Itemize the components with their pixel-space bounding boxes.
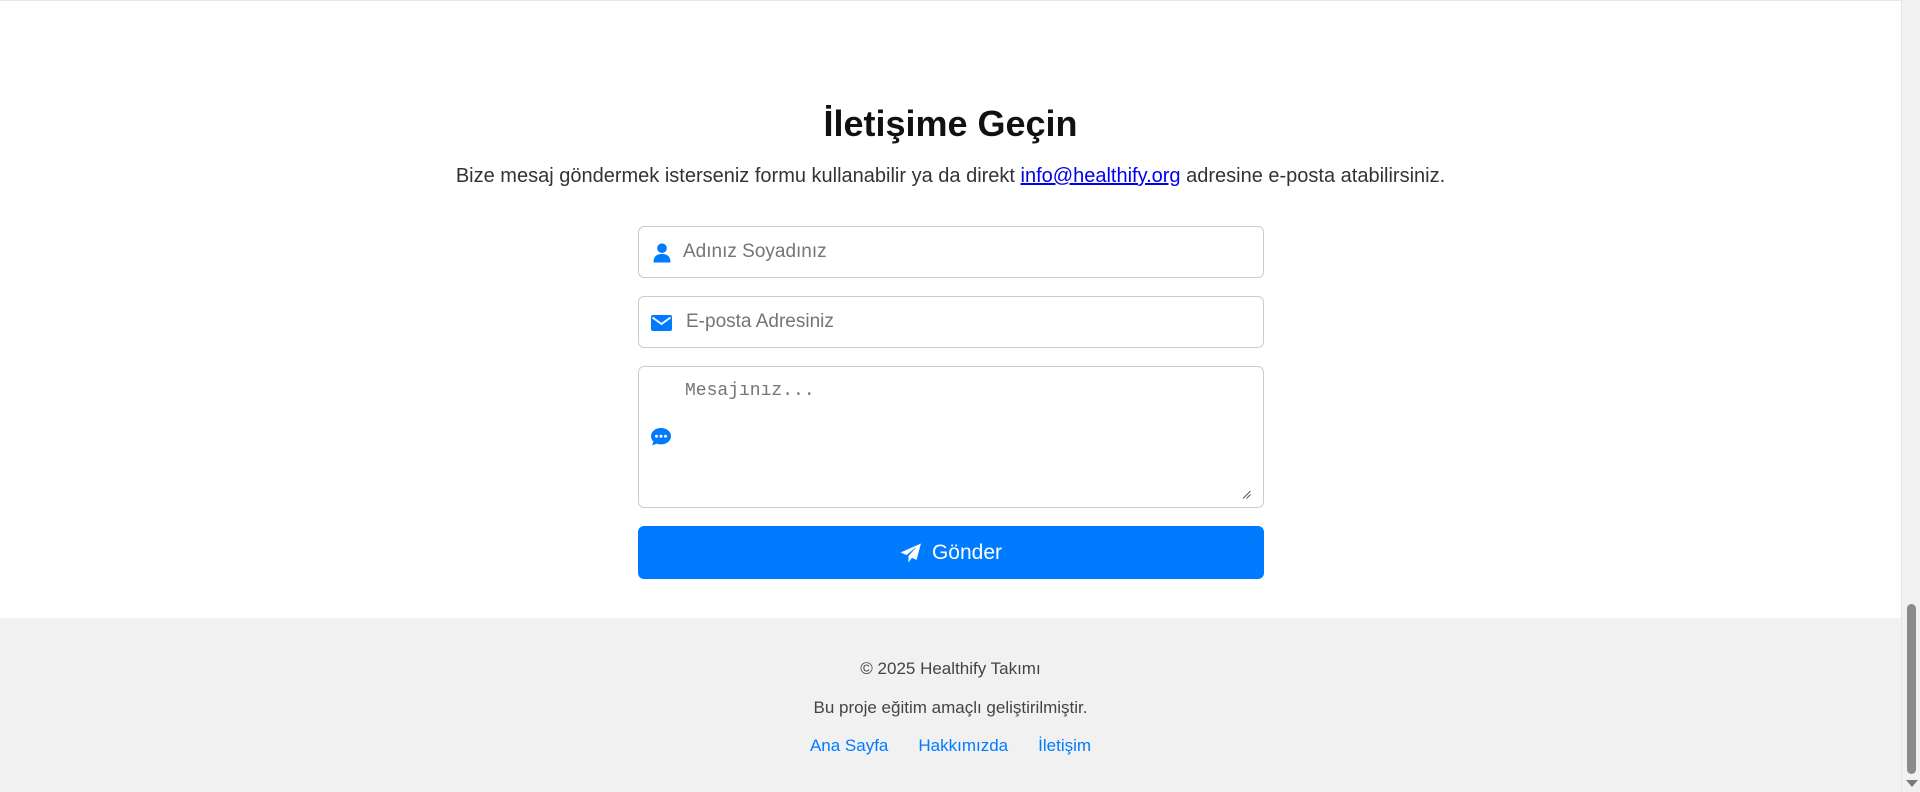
scrollbar-thumb[interactable] — [1907, 604, 1916, 774]
footer-copyright: © 2025 Healthify Takımı — [860, 659, 1041, 678]
page: İletişime Geçin Bize mesaj göndermek ist… — [0, 0, 1920, 792]
email-field — [638, 296, 1264, 348]
vertical-scrollbar[interactable] — [1901, 0, 1920, 792]
envelope-icon — [650, 312, 672, 334]
viewport: İletişime Geçin Bize mesaj göndermek ist… — [0, 0, 1901, 792]
submit-label: Gönder — [931, 540, 1003, 564]
footer-note: Bu proje eğitim amaçlı geliştirilmiştir. — [813, 698, 1088, 717]
name-input[interactable] — [683, 227, 1253, 277]
contact-description-before: Bize mesaj göndermek isterseniz formu ku… — [455, 165, 1021, 187]
submit-button[interactable]: Gönder — [638, 526, 1264, 579]
contact-title: İletişime Geçin — [823, 103, 1078, 144]
comment-dots-icon — [650, 426, 672, 448]
footer-link-contact[interactable]: İletişim — [1038, 735, 1091, 757]
contact-form: Gönder — [638, 226, 1264, 579]
contact-section: İletişime Geçin Bize mesaj göndermek ist… — [0, 0, 1901, 618]
contact-email-link[interactable]: info@healthify.org — [1021, 165, 1181, 187]
contact-description-after: adresine e-posta atabilirsiniz. — [1180, 165, 1446, 187]
footer-link-about[interactable]: Hakkımızda — [918, 735, 1008, 757]
message-input[interactable] — [685, 381, 1253, 497]
scroll-down-arrow-icon[interactable] — [1906, 780, 1918, 787]
footer-link-home[interactable]: Ana Sayfa — [810, 735, 888, 757]
name-field — [638, 226, 1264, 278]
email-input[interactable] — [686, 297, 1256, 347]
footer: © 2025 Healthify Takımı Bu proje eğitim … — [0, 618, 1901, 792]
paper-plane-icon — [900, 543, 922, 563]
message-field — [638, 366, 1264, 508]
contact-description: Bize mesaj göndermek isterseniz formu ku… — [0, 164, 1901, 188]
user-icon — [651, 242, 673, 264]
footer-nav: Ana Sayfa Hakkımızda İletişim — [0, 735, 1901, 757]
resize-grip-icon[interactable] — [1242, 486, 1251, 499]
